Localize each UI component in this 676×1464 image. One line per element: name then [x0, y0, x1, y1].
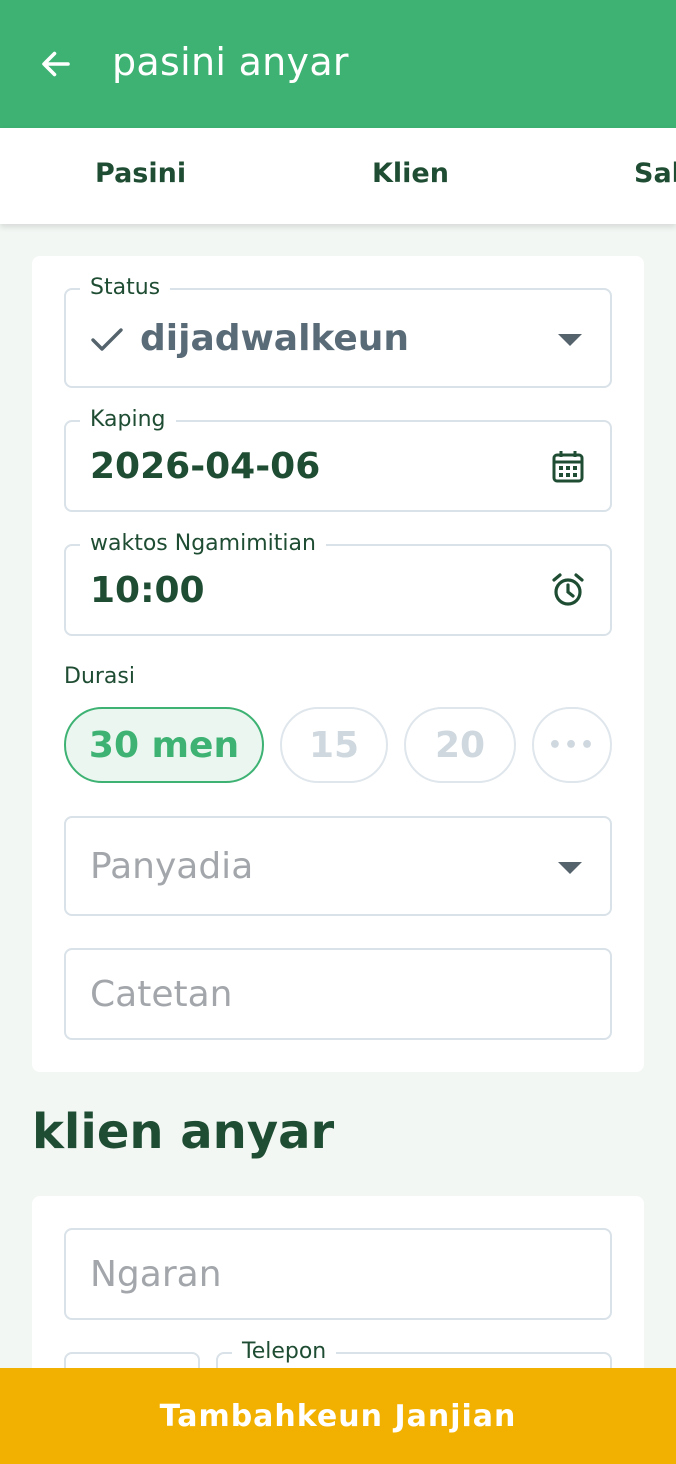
duration-label: Durasi: [64, 664, 135, 689]
calendar-icon[interactable]: [552, 450, 584, 484]
provider-placeholder: Panyadia: [90, 846, 254, 887]
status-select[interactable]: Status dijadwalkeun: [64, 273, 612, 388]
arrow-left-icon[interactable]: [38, 46, 74, 82]
tab-klien[interactable]: Klien: [372, 158, 449, 189]
client-name-input[interactable]: Ngaran: [64, 1228, 612, 1320]
date-label: Kaping: [80, 405, 176, 435]
new-client-title: klien anyar: [32, 1104, 335, 1160]
phone-label: Telepon: [232, 1337, 337, 1367]
date-value: 2026-04-06: [90, 446, 321, 487]
notes-placeholder: Catetan: [90, 974, 233, 1015]
start-time-value: 10:00: [90, 570, 205, 611]
add-appointment-button[interactable]: Tambahkeun Janjian: [0, 1368, 676, 1464]
status-label: Status: [80, 273, 171, 303]
start-time-field[interactable]: waktos Ngamimitian 10:00: [64, 529, 612, 636]
duration-option-30[interactable]: 30 men: [64, 707, 264, 783]
date-field[interactable]: Kaping 2026-04-06: [64, 405, 612, 512]
page-title: pasini anyar: [112, 40, 349, 84]
new-client-card: Ngaran Telepon: [32, 1196, 644, 1412]
chevron-down-icon: [558, 334, 582, 346]
app-bar: pasini anyar: [0, 0, 676, 128]
notes-input[interactable]: Catetan: [64, 948, 612, 1040]
chevron-down-icon: [558, 862, 582, 874]
duration-option-15[interactable]: 15: [280, 707, 388, 783]
check-icon: [91, 328, 123, 351]
duration-option-20[interactable]: 20: [404, 707, 516, 783]
tab-sab[interactable]: Sab: [634, 158, 676, 189]
tab-bar: Pasini Klien Sab: [0, 128, 676, 224]
provider-select[interactable]: Panyadia: [64, 816, 612, 916]
start-time-label: waktos Ngamimitian: [80, 529, 326, 559]
status-value: dijadwalkeun: [140, 318, 410, 359]
more-options-button[interactable]: •••: [532, 707, 612, 783]
client-name-placeholder: Ngaran: [90, 1254, 222, 1295]
alarm-clock-icon[interactable]: [550, 572, 586, 608]
tab-pasini[interactable]: Pasini: [95, 158, 186, 189]
